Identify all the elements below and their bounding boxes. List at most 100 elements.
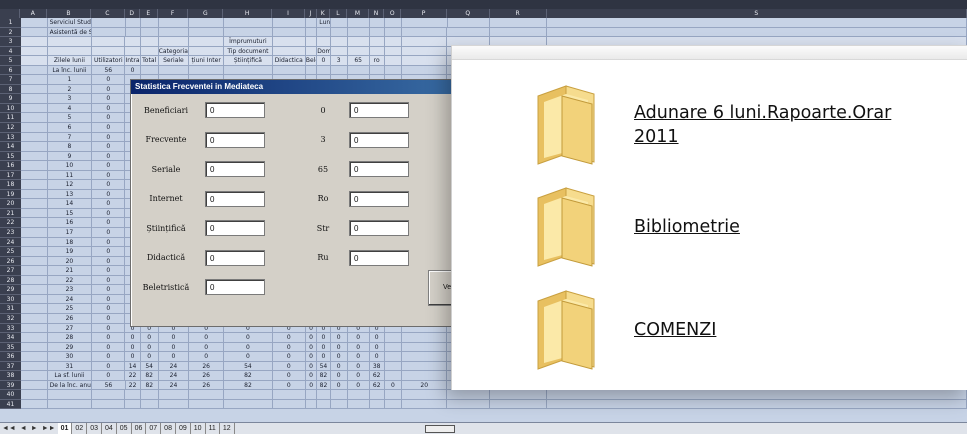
table-cell[interactable]: 26: [189, 361, 225, 372]
table-cell[interactable]: [189, 27, 225, 38]
table-cell[interactable]: [384, 352, 402, 362]
table-cell[interactable]: 0: [347, 352, 370, 362]
table-cell[interactable]: 0: [305, 371, 318, 381]
table-cell[interactable]: [140, 37, 159, 47]
folder-item-bibliometrie[interactable]: Bibliometrie: [532, 186, 740, 268]
row-header[interactable]: 17: [0, 170, 21, 181]
table-cell[interactable]: 82: [224, 371, 273, 381]
table-cell[interactable]: 3: [47, 94, 93, 104]
row-header[interactable]: 35: [0, 342, 21, 353]
table-cell[interactable]: [158, 399, 190, 410]
table-cell[interactable]: [92, 27, 126, 38]
table-cell[interactable]: [347, 65, 370, 76]
table-cell[interactable]: Intrari: [125, 56, 141, 66]
table-cell[interactable]: 0: [330, 352, 348, 362]
row-header[interactable]: 32: [0, 313, 21, 324]
row-header[interactable]: 37: [0, 361, 21, 372]
table-cell[interactable]: [21, 256, 48, 267]
table-cell[interactable]: [21, 170, 48, 181]
table-cell[interactable]: [189, 65, 225, 76]
sheet-nav-next-icon[interactable]: ►: [29, 425, 40, 432]
table-cell[interactable]: [272, 18, 306, 28]
table-cell[interactable]: 0: [272, 352, 306, 362]
table-cell[interactable]: Beletristica: [305, 56, 318, 66]
table-cell[interactable]: 20: [47, 256, 93, 267]
table-cell[interactable]: 0: [347, 361, 370, 372]
table-cell[interactable]: [401, 342, 448, 353]
table-cell[interactable]: [317, 27, 331, 38]
table-cell[interactable]: [547, 27, 967, 38]
table-cell[interactable]: 0: [305, 352, 318, 362]
table-cell[interactable]: Total: [140, 56, 159, 66]
table-cell[interactable]: 0: [272, 371, 306, 381]
table-cell[interactable]: 56: [92, 380, 126, 391]
table-cell[interactable]: 0: [224, 333, 273, 343]
table-cell[interactable]: [384, 65, 402, 76]
row-header[interactable]: 7: [0, 75, 21, 85]
table-cell[interactable]: [125, 18, 141, 28]
folder-item-adunare[interactable]: Adunare 6 luni.Rapoarte.Orar 2011: [532, 84, 891, 166]
table-cell[interactable]: 0: [92, 75, 126, 85]
field-input[interactable]: 0: [205, 190, 265, 207]
row-header[interactable]: 14: [0, 142, 21, 152]
table-cell[interactable]: [21, 84, 48, 95]
table-cell[interactable]: 0: [92, 132, 126, 143]
table-cell[interactable]: [401, 56, 448, 66]
table-cell[interactable]: [401, 399, 448, 410]
sheet-tab-09[interactable]: 09: [176, 423, 191, 434]
table-cell[interactable]: 31: [47, 361, 93, 372]
table-cell[interactable]: [21, 189, 48, 200]
table-cell[interactable]: [21, 94, 48, 104]
field-input[interactable]: 0: [349, 190, 409, 207]
column-header-h[interactable]: H: [223, 9, 272, 18]
table-cell[interactable]: [330, 46, 348, 57]
table-cell[interactable]: [125, 27, 141, 38]
table-cell[interactable]: 82: [224, 380, 273, 391]
table-cell[interactable]: [125, 46, 141, 57]
field-input[interactable]: 0: [205, 279, 265, 295]
row-header[interactable]: 31: [0, 304, 21, 314]
table-cell[interactable]: Luna __Ianuarie__2011: [317, 18, 331, 28]
table-cell[interactable]: [21, 371, 48, 381]
table-cell[interactable]: Împrumuturi: [224, 37, 273, 47]
table-cell[interactable]: [369, 399, 385, 410]
table-cell[interactable]: [21, 37, 48, 47]
field-input[interactable]: 0: [349, 131, 409, 148]
table-cell[interactable]: [140, 65, 159, 76]
table-cell[interactable]: [92, 18, 126, 28]
table-cell[interactable]: 0: [92, 218, 126, 229]
table-cell[interactable]: [140, 390, 159, 400]
sheet-tab-06[interactable]: 06: [132, 423, 147, 434]
table-cell[interactable]: 0: [384, 380, 402, 391]
row-header[interactable]: 19: [0, 189, 21, 200]
table-cell[interactable]: [384, 27, 402, 38]
table-cell[interactable]: La înc. lunii: [47, 65, 93, 76]
table-cell[interactable]: [384, 371, 402, 381]
table-cell[interactable]: [305, 65, 318, 76]
table-cell[interactable]: [305, 37, 318, 47]
table-cell[interactable]: 0: [92, 237, 126, 248]
table-cell[interactable]: [347, 27, 370, 38]
table-cell[interactable]: 17: [47, 228, 93, 238]
table-cell[interactable]: 0: [369, 333, 385, 343]
table-cell[interactable]: [21, 65, 48, 76]
table-cell[interactable]: 7: [47, 132, 93, 143]
table-cell[interactable]: 19: [47, 247, 93, 257]
table-cell[interactable]: [384, 18, 402, 28]
table-cell[interactable]: [189, 399, 225, 410]
table-cell[interactable]: [21, 399, 48, 410]
row-header[interactable]: 16: [0, 161, 21, 171]
table-cell[interactable]: [330, 18, 348, 28]
table-cell[interactable]: [21, 56, 48, 66]
column-header-r[interactable]: R: [490, 9, 547, 18]
sheet-tab-07[interactable]: 07: [146, 423, 162, 434]
table-cell[interactable]: [47, 46, 93, 57]
table-cell[interactable]: [401, 65, 448, 76]
table-cell[interactable]: 20: [401, 380, 448, 391]
table-cell[interactable]: 82: [140, 371, 159, 381]
table-cell[interactable]: [189, 37, 225, 47]
table-cell[interactable]: 22: [125, 380, 141, 391]
table-cell[interactable]: [21, 46, 48, 57]
table-cell[interactable]: 8: [47, 142, 93, 152]
table-cell[interactable]: [447, 27, 491, 38]
